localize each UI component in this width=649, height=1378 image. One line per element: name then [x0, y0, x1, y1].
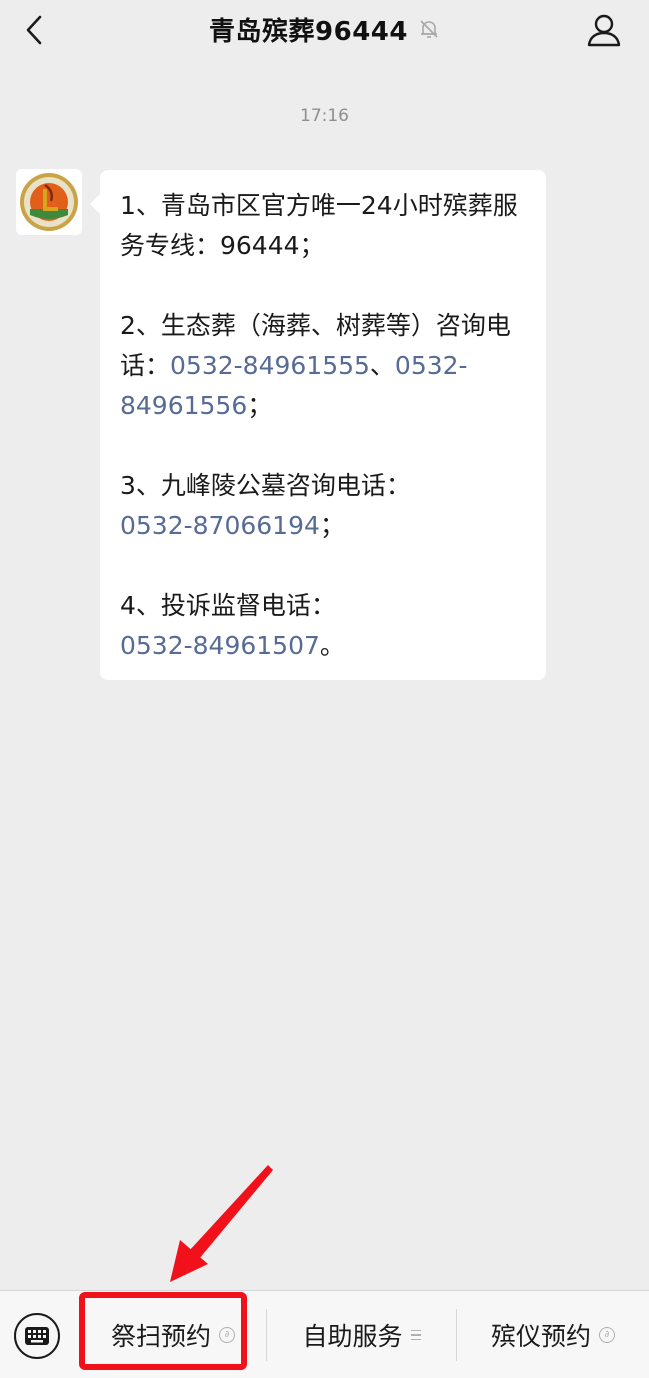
mini-program-icon: ∂ [599, 1327, 615, 1343]
message-paragraph-2: 2、生态葬（海葬、树葬等）咨询电话：0532-84961555、0532-849… [120, 306, 528, 426]
message-bubble[interactable]: 1、青岛市区官方唯一24小时殡葬服务专线：96444； 2、生态葬（海葬、树葬等… [90, 170, 546, 680]
keyboard-toggle-button[interactable] [14, 1313, 60, 1359]
bubble-tail [90, 194, 100, 214]
message-paragraph-4: 4、投诉监督电话： 0532-84961507。 [120, 586, 528, 666]
punctuation-text: 。 [319, 631, 345, 660]
separator-text: 、 [369, 351, 395, 380]
message-timestamp: 17:16 [300, 106, 349, 126]
paragraph-text: 3、九峰陵公墓咨询电话： [120, 471, 411, 500]
profile-button[interactable] [583, 10, 625, 50]
custom-menu-bar: 祭扫预约 ∂ 自助服务 殡仪预约 ∂ [0, 1290, 649, 1378]
keyboard-icon [25, 1327, 49, 1345]
message-paragraph-1: 1、青岛市区官方唯一24小时殡葬服务专线：96444； [120, 191, 518, 260]
punctuation-text: ； [247, 391, 273, 420]
menu-item-memorial-booking[interactable]: 祭扫预约 ∂ [80, 1291, 266, 1378]
menu-item-funeral-booking[interactable]: 殡仪预约 ∂ [457, 1291, 649, 1378]
bell-off-icon [418, 18, 440, 40]
avatar[interactable] [16, 169, 82, 235]
logo-icon [20, 173, 78, 231]
phone-link[interactable]: 0532-87066194 [120, 511, 320, 540]
phone-link[interactable]: 0532-84961555 [170, 351, 370, 380]
submenu-list-icon [410, 1329, 421, 1341]
punctuation-text: ； [319, 511, 345, 540]
menu-item-label: 祭扫预约 [110, 1322, 211, 1351]
chat-title: 青岛殡葬96444 [209, 16, 408, 47]
menu-item-self-service[interactable]: 自助服务 [267, 1291, 456, 1378]
paragraph-text: 4、投诉监督电话： [120, 591, 336, 620]
menu-item-label: 自助服务 [302, 1322, 403, 1351]
mini-program-icon: ∂ [219, 1327, 235, 1343]
person-icon [587, 14, 621, 47]
chat-header: 青岛殡葬96444 [0, 0, 649, 62]
phone-link[interactable]: 0532-84961507 [120, 631, 320, 660]
menu-item-label: 殡仪预约 [490, 1322, 591, 1351]
message-paragraph-3: 3、九峰陵公墓咨询电话： 0532-87066194； [120, 466, 528, 546]
